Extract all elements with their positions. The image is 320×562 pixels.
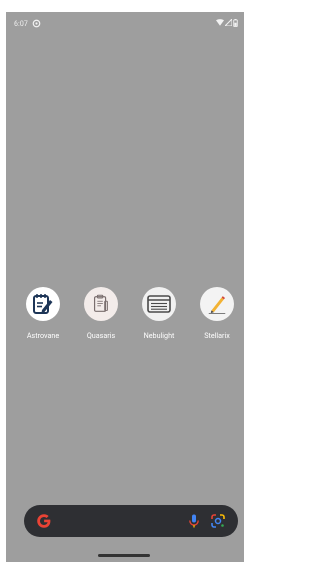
- status-bar: 6:07: [6, 12, 244, 36]
- app-row: Astrovane Quasaris Nebulight Stellarix: [6, 287, 244, 347]
- battery-icon: [233, 18, 238, 29]
- clipboard-icon[interactable]: [84, 287, 118, 321]
- cell-signal-icon: [223, 17, 233, 28]
- app-label: Nebulight: [143, 331, 175, 340]
- google-lens-icon[interactable]: [210, 513, 226, 529]
- home-screen: 6:07 Astrovane Quasaris Nebulight Stella…: [6, 12, 244, 562]
- wifi-icon: [216, 19, 224, 28]
- microphone-icon[interactable]: [186, 513, 202, 529]
- app-label: Astrovane: [26, 331, 60, 340]
- data-saver-icon: [32, 19, 41, 28]
- pencil-icon[interactable]: [200, 287, 234, 321]
- status-time: 6:07: [14, 20, 28, 28]
- stacked-documents-icon[interactable]: [142, 287, 176, 321]
- app-stellarix[interactable]: Stellarix: [188, 287, 244, 347]
- notepad-pen-icon[interactable]: [26, 287, 60, 321]
- app-label: Quasaris: [86, 331, 116, 340]
- gesture-nav-handle[interactable]: [98, 554, 150, 557]
- app-quasaris[interactable]: Quasaris: [72, 287, 130, 347]
- app-nebulight[interactable]: Nebulight: [130, 287, 188, 347]
- status-icons: [216, 17, 238, 29]
- google-g-icon[interactable]: [36, 513, 52, 529]
- app-label: Stellarix: [204, 331, 230, 340]
- search-bar[interactable]: [24, 505, 238, 537]
- app-astrovane[interactable]: Astrovane: [14, 287, 72, 347]
